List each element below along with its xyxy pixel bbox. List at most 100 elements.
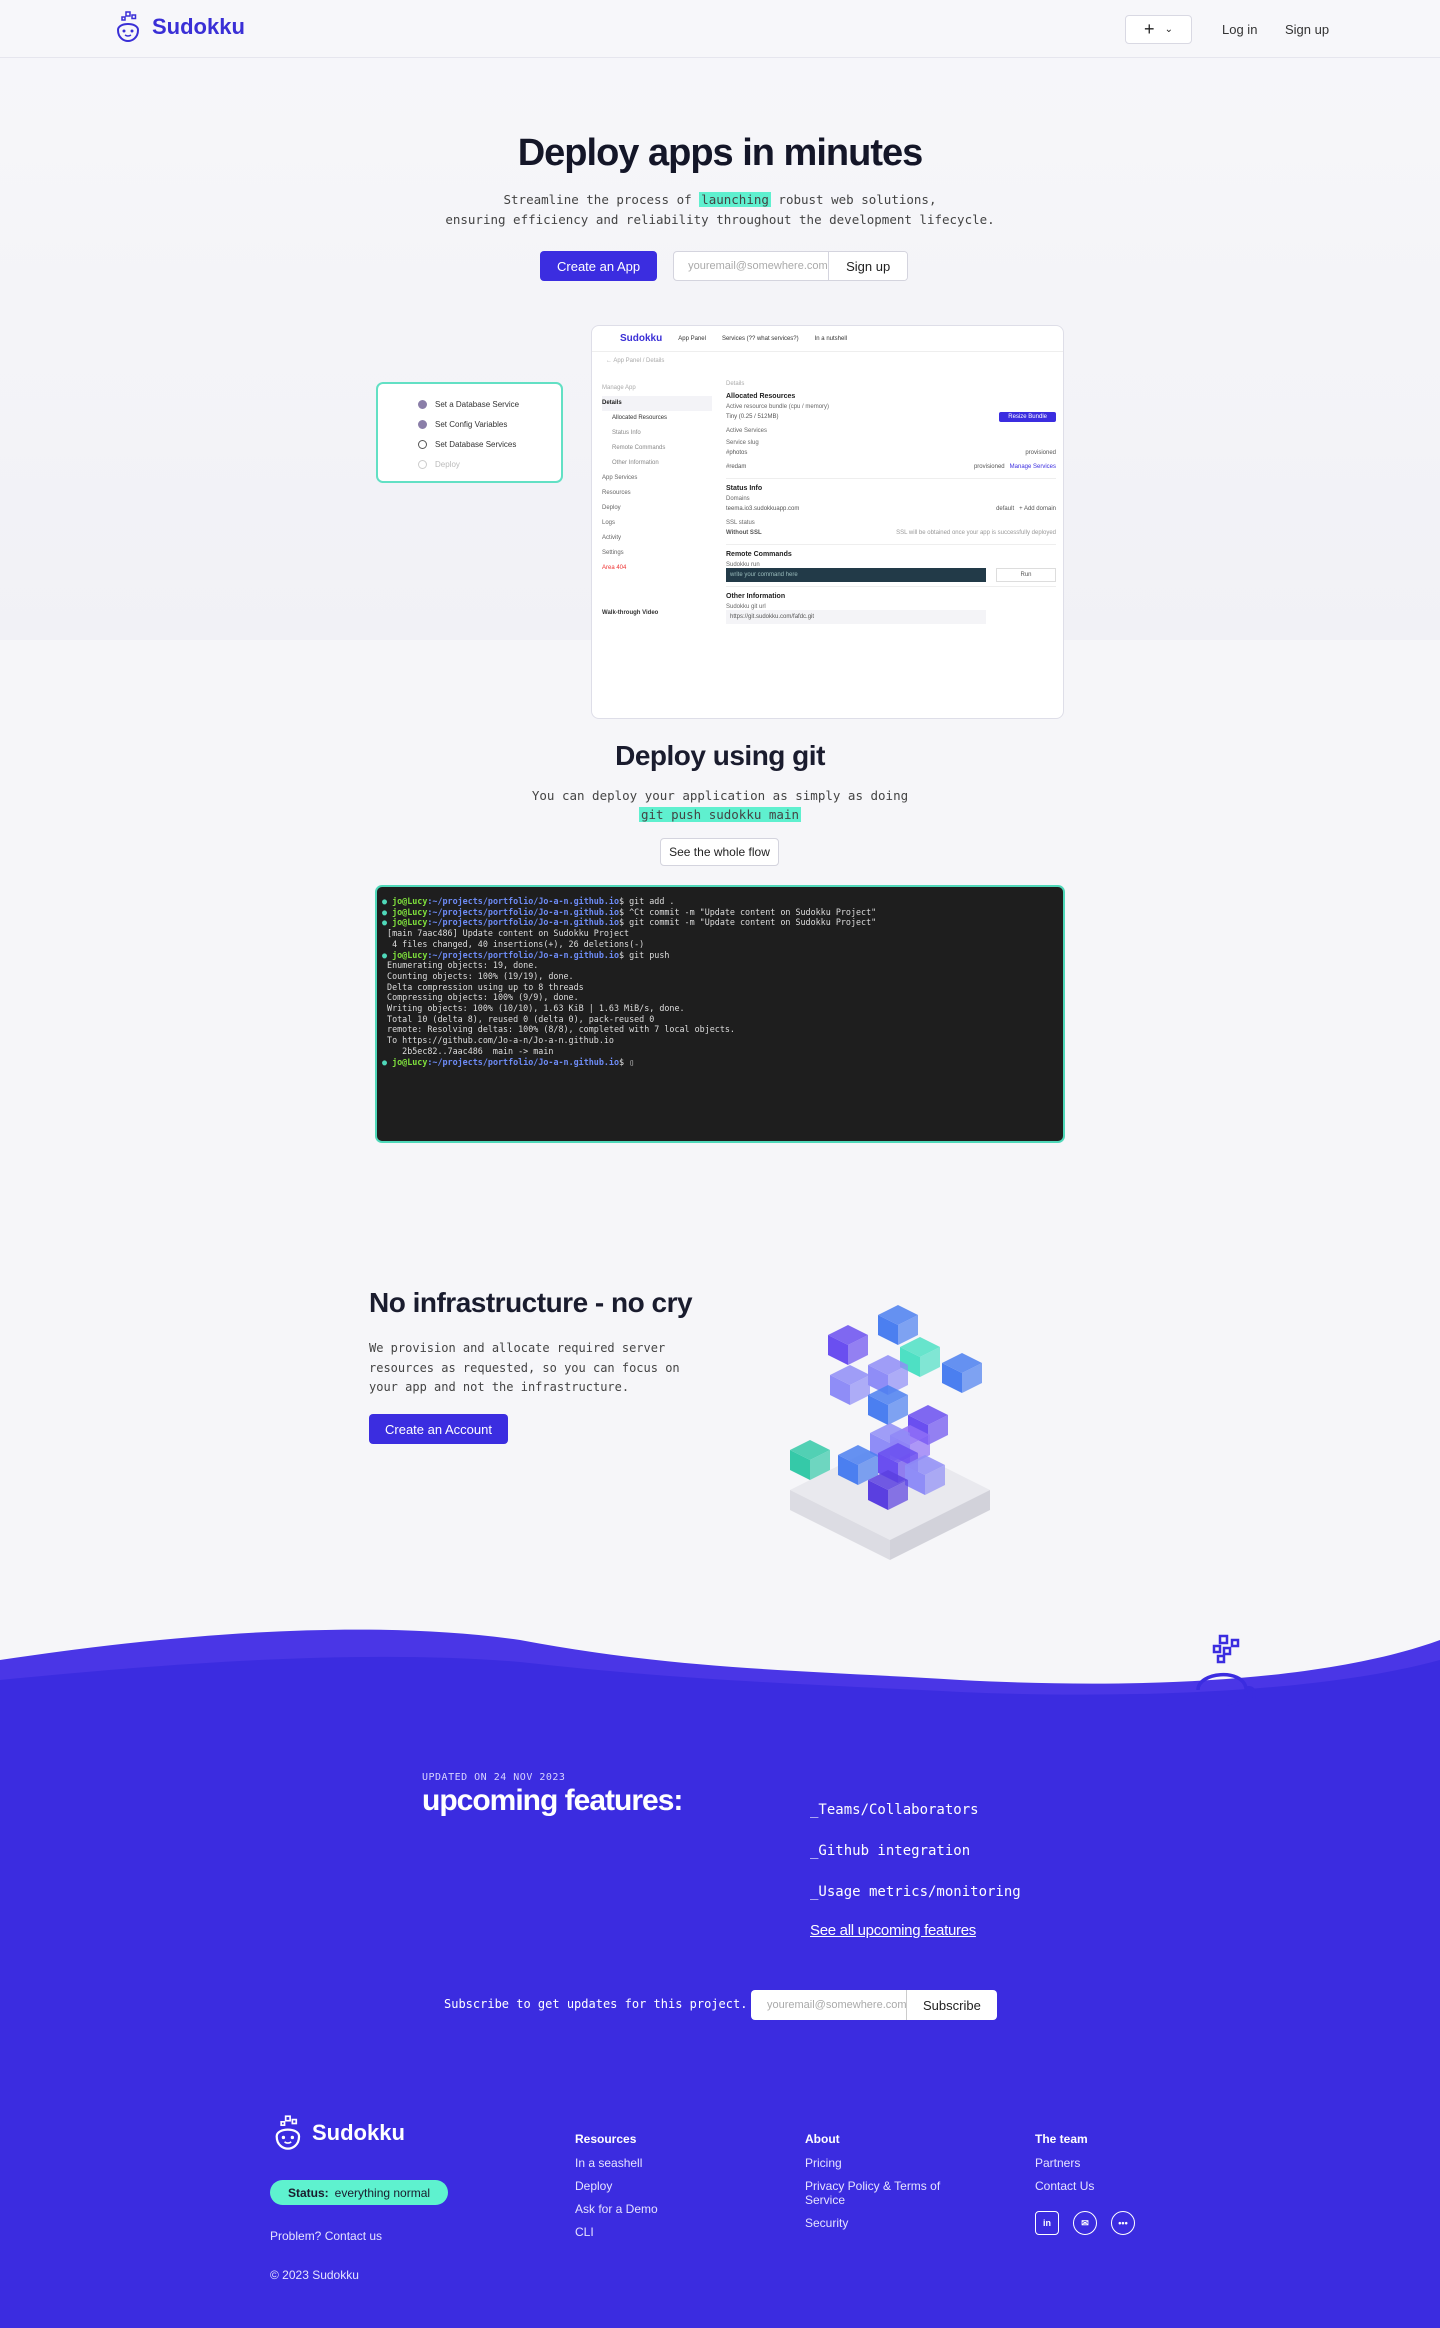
feature-item: _Teams/Collaborators bbox=[810, 1802, 979, 1818]
preview-other-heading: Other Information bbox=[726, 593, 786, 600]
step-current-icon bbox=[418, 439, 427, 449]
add-dropdown-button[interactable]: + ⌄ bbox=[1125, 15, 1192, 44]
preview-svc2-status: provisioned bbox=[973, 464, 1005, 470]
prompt-path: :~/projects/portfolio/Jo-a-n.github.io bbox=[427, 1056, 619, 1067]
terminal-line: Delta compression using up to 8 threads bbox=[382, 981, 584, 992]
site-header: Sudokku + ⌄ Log in Sign up bbox=[0, 0, 1440, 58]
terminal-line: To https://github.com/Jo-a-n/Jo-a-n.gith… bbox=[382, 1035, 614, 1046]
more-icon[interactable]: ••• bbox=[1111, 2211, 1135, 2235]
hero-signup-form: youremail@somewhere.com Sign up bbox=[673, 251, 909, 281]
terminal-line: Writing objects: 100% (10/10), 1.63 KiB … bbox=[382, 1003, 685, 1014]
footer-link[interactable]: Partners bbox=[1035, 2156, 1094, 2170]
status-badge[interactable]: Status: everything normal bbox=[270, 2180, 449, 2205]
prompt-path: :~/projects/portfolio/Jo-a-n.github.io bbox=[427, 906, 619, 917]
git-subtitle-line1: You can deploy your application as simpl… bbox=[531, 788, 909, 803]
preview-breadcrumb: ← App Panel / Details bbox=[606, 358, 665, 364]
infra-section-text: We provision and allocate required serve… bbox=[369, 1341, 680, 1394]
footer-team-column: The team Partners Contact Us bbox=[1035, 2132, 1094, 2202]
footer-link[interactable]: In a seashell bbox=[575, 2156, 658, 2170]
preview-side-item: Area 404 bbox=[602, 565, 627, 571]
footer-link[interactable]: Security bbox=[805, 2216, 945, 2230]
prompt-command: $ git commit -m "Update content on Sudok… bbox=[619, 917, 877, 928]
terminal-line: Compressing objects: 100% (9/9), done. bbox=[382, 992, 579, 1003]
step-done-icon bbox=[418, 419, 427, 429]
prompt-user: jo@Lucy bbox=[392, 917, 428, 928]
footer-column-title: The team bbox=[1035, 2132, 1088, 2146]
prompt-user: jo@Lucy bbox=[392, 906, 428, 917]
prompt-path: :~/projects/portfolio/Jo-a-n.github.io bbox=[427, 896, 619, 906]
preview-side-item: Other Information bbox=[612, 460, 659, 466]
terminal-window: ● jo@Lucy:~/projects/portfolio/Jo-a-n.gi… bbox=[375, 885, 1065, 1143]
hero-subtitle-pre: Streamline the process of bbox=[503, 192, 700, 207]
subscribe-button[interactable]: Subscribe bbox=[906, 1990, 997, 2020]
prompt-command: $ git push bbox=[619, 949, 670, 960]
problem-contact-link[interactable]: Problem? Contact us bbox=[270, 2229, 382, 2243]
step-pending-icon bbox=[418, 459, 427, 469]
preview-allocated-heading: Allocated Resources bbox=[726, 393, 796, 400]
footer-resources-column: Resources In a seashell Deploy Ask for a… bbox=[575, 2132, 658, 2248]
prompt-user: jo@Lucy bbox=[392, 949, 428, 960]
terminal-line: 2b5ec82..7aac486 main -> main bbox=[382, 1045, 554, 1056]
hero-signup-button[interactable]: Sign up bbox=[828, 252, 908, 280]
preview-side-item: Details bbox=[602, 396, 712, 411]
preview-details-label: Details bbox=[726, 381, 745, 387]
hero-title: Deploy apps in minutes bbox=[517, 132, 924, 174]
prompt-dot-icon: ● bbox=[382, 949, 393, 960]
preview-side-item: Settings bbox=[602, 550, 624, 556]
create-account-button[interactable]: Create an Account bbox=[369, 1414, 508, 1444]
preview-side-item: Remote Commands bbox=[612, 445, 666, 451]
see-whole-flow-button[interactable]: See the whole flow bbox=[660, 838, 779, 866]
hero-email-input[interactable]: youremail@somewhere.com bbox=[674, 252, 828, 280]
footer-link[interactable]: Contact Us bbox=[1035, 2179, 1094, 2193]
preview-side-item: Status Info bbox=[612, 430, 641, 436]
subscribe-email-input[interactable]: youremail@somewhere.com bbox=[751, 1990, 907, 2020]
hero-subtitle-line2: ensuring efficiency and reliability thro… bbox=[445, 212, 995, 227]
login-link[interactable]: Log in bbox=[1222, 22, 1257, 37]
terminal-line: [main 7aac486] Update content on Sudokku… bbox=[382, 928, 630, 939]
infra-section-title: No infrastructure - no cry bbox=[369, 1287, 693, 1318]
logo[interactable]: Sudokku bbox=[112, 10, 245, 44]
terminal-line: ● jo@Lucy:~/projects/portfolio/Jo-a-n.gi… bbox=[382, 917, 1063, 928]
feature-item: _Github integration bbox=[810, 1843, 971, 1859]
prompt-user: jo@Lucy bbox=[392, 896, 428, 906]
footer-link[interactable]: Pricing bbox=[805, 2156, 945, 2170]
create-app-button[interactable]: Create an App bbox=[540, 251, 658, 281]
preview-active-services: Active Services bbox=[726, 428, 768, 434]
terminal-line: remote: Resolving deltas: 100% (8/8), co… bbox=[382, 1024, 735, 1035]
sudokku-mascot-icon bbox=[116, 11, 140, 43]
preview-svc1-status: provisioned bbox=[1025, 450, 1056, 456]
footer-logo[interactable]: Sudokku bbox=[270, 2114, 405, 2152]
signup-link[interactable]: Sign up bbox=[1285, 22, 1329, 37]
footer-link[interactable]: CLI bbox=[575, 2225, 658, 2239]
mail-icon[interactable]: ✉ bbox=[1073, 2211, 1097, 2235]
sudokku-mascot-icon bbox=[275, 2115, 301, 2150]
terminal-line: ● jo@Lucy:~/projects/portfolio/Jo-a-n.gi… bbox=[382, 907, 1063, 918]
preview-nav-item: Services (?? what services?) bbox=[721, 335, 799, 342]
step-label: Set Config Variables bbox=[435, 419, 508, 429]
status-value: everything normal bbox=[334, 2185, 431, 2200]
preview-nav-item: In a nutshell bbox=[814, 335, 847, 342]
preview-resize-button: Resize Bundle bbox=[999, 412, 1056, 422]
footer-link[interactable]: Ask for a Demo bbox=[575, 2202, 658, 2216]
prompt-command: $ ^Ct commit -m "Update content on Sudok… bbox=[619, 906, 877, 917]
preview-side-item: Allocated Resources bbox=[612, 415, 668, 421]
footer-link[interactable]: Privacy Policy & Terms of Service bbox=[805, 2179, 945, 2207]
footer-about-column: About Pricing Privacy Policy & Terms of … bbox=[805, 2132, 945, 2239]
footer-link[interactable]: Deploy bbox=[575, 2179, 658, 2193]
preview-ssl-note: SSL will be obtained once your app is su… bbox=[896, 530, 1056, 536]
terminal-line: Counting objects: 100% (19/19), done. bbox=[382, 970, 574, 981]
step-label: Set a Database Service bbox=[435, 399, 520, 409]
preview-status-heading: Status Info bbox=[726, 485, 763, 492]
hero-subtitle: Streamline the process of launching robu… bbox=[0, 190, 1440, 230]
social-links: in ✉ ••• bbox=[1035, 2211, 1135, 2235]
linkedin-icon[interactable]: in bbox=[1035, 2211, 1059, 2235]
see-all-features-link[interactable]: See all upcoming features bbox=[810, 1922, 976, 1939]
preview-nav-item: App Panel bbox=[678, 335, 706, 342]
prompt-dot-icon: ● bbox=[382, 1056, 393, 1067]
prompt-dot-icon: ● bbox=[382, 917, 393, 928]
footer bbox=[0, 1708, 1440, 2328]
preview-ssl-value: Without SSL bbox=[726, 530, 762, 536]
prompt-dot-icon: ● bbox=[382, 906, 393, 917]
prompt-command: $ ▯ bbox=[619, 1056, 635, 1067]
preview-sidebar: Manage App Details Allocated Resources S… bbox=[602, 381, 712, 621]
